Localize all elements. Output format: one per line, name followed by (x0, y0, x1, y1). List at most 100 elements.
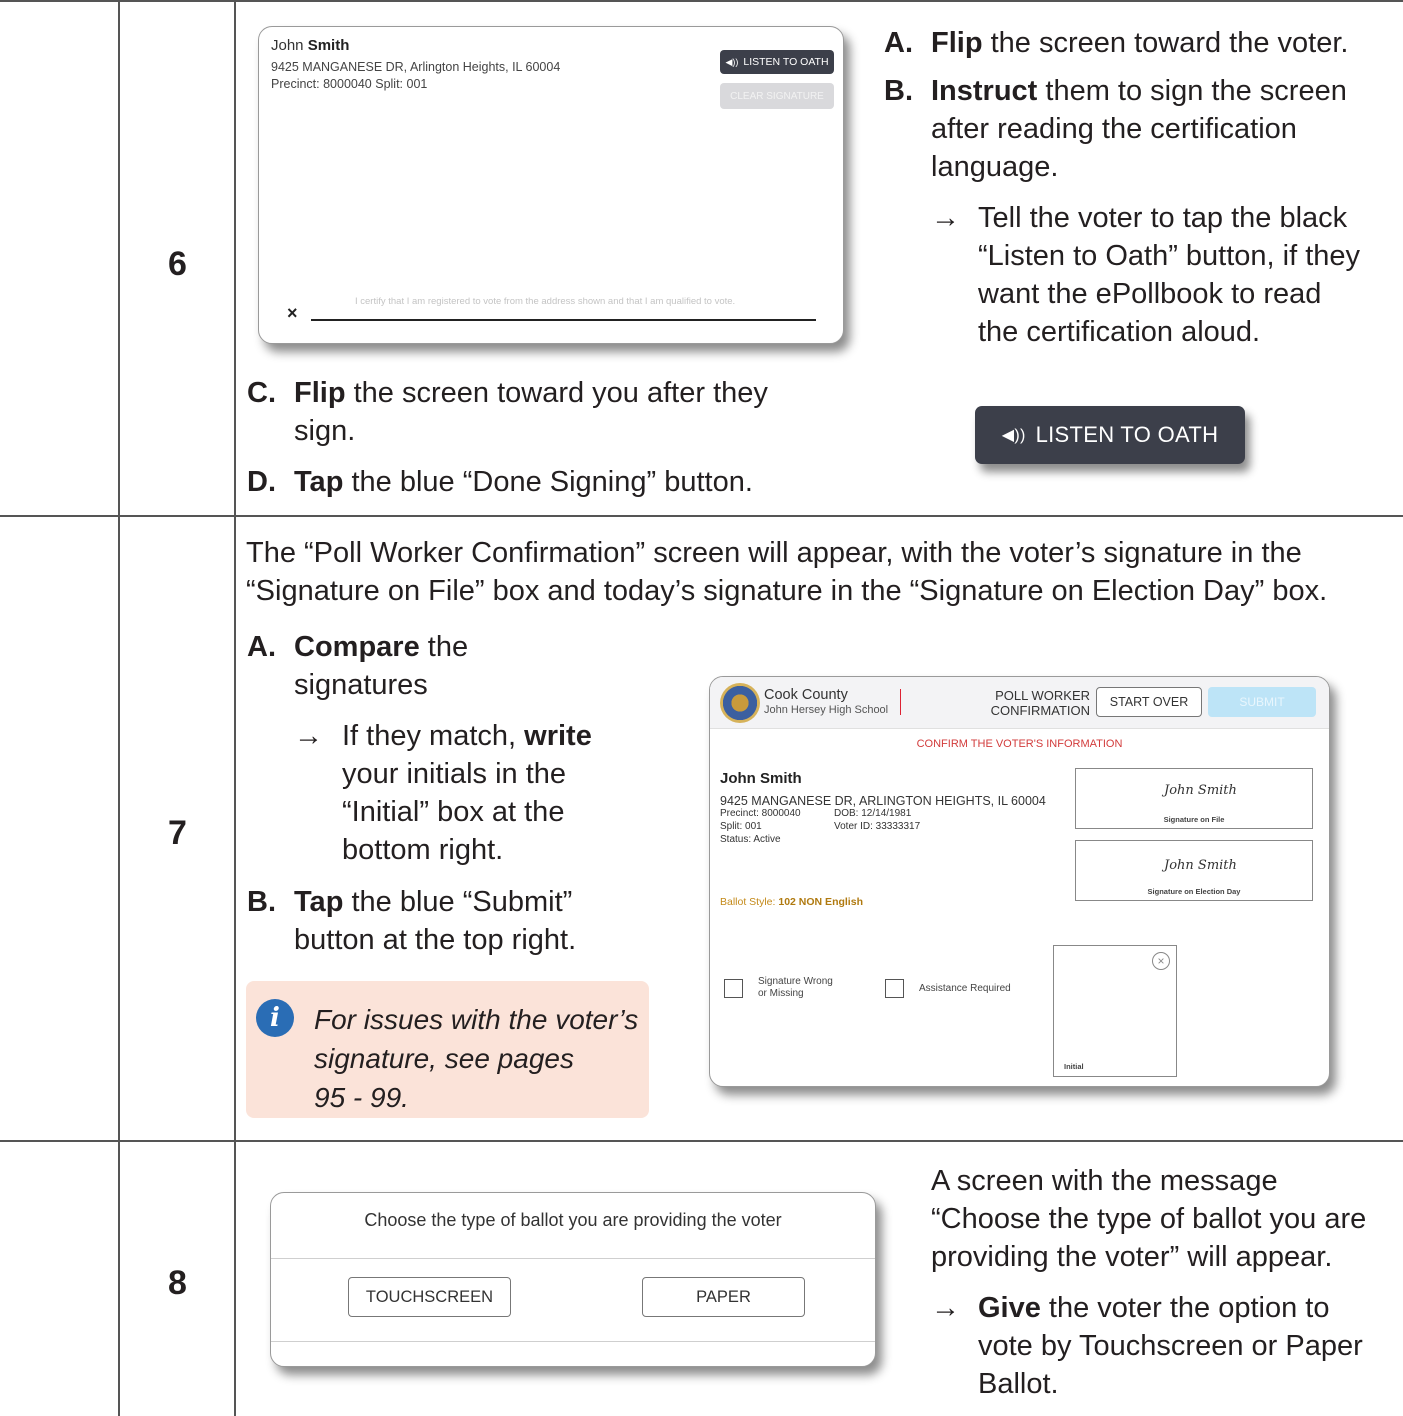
step7-sub-line3: bottom right. (342, 834, 504, 866)
ballot-type-prompt: Choose the type of ballot you are provid… (364, 1210, 782, 1230)
clear-signature-button[interactable]: CLEAR SIGNATURE (720, 83, 834, 109)
listen-to-oath-button-large[interactable]: ◀)) LISTEN TO OATH (975, 406, 1245, 464)
confirm-header-text: CONFIRM THE VOTER'S INFORMATION (916, 738, 1123, 750)
step6-letter-d: D. (247, 466, 276, 498)
county-seal-icon (720, 683, 760, 723)
ballot-style-label: Ballot Style: (720, 896, 779, 908)
voter-name: John Smith (271, 37, 349, 54)
row-divider-6-7 (0, 515, 1403, 517)
ballot-screen-divider-bottom (271, 1341, 875, 1342)
signature-wrong-checkbox[interactable] (724, 979, 743, 998)
step7-intro-line2: “Signature on File” box and today’s sign… (246, 575, 1328, 607)
screen-title-line2: CONFIRMATION (990, 703, 1090, 718)
step7-intro: The “Poll Worker Confirmation” screen wi… (246, 534, 1396, 610)
signature-screen: John Smith 9425 MANGANESE DR, Arlington … (258, 26, 844, 344)
signature-x-mark: × (287, 303, 298, 323)
step7-a-subtext: If they match, write your initials in th… (342, 717, 592, 869)
screen-title-line1: POLL WORKER (995, 688, 1090, 703)
step6-sub-line3: want the ePollbook to read (978, 278, 1322, 310)
step6-b-bold: Instruct (931, 75, 1038, 107)
listen-to-oath-button[interactable]: ◀)) LISTEN TO OATH (720, 50, 834, 74)
table-column-divider (234, 0, 236, 1416)
voter-address: 9425 MANGANESE DR, ARLINGTON HEIGHTS, IL… (720, 794, 1046, 808)
signature-election-day-image: John Smith (1164, 858, 1237, 873)
voter-last-name: Smith (307, 37, 350, 54)
voter-status: Status: Active (720, 834, 781, 845)
ballot-type-screen: Choose the type of ballot you are provid… (270, 1192, 876, 1367)
signature-line[interactable] (311, 319, 816, 321)
checkbox1-line2: or Missing (758, 988, 804, 999)
step6-instruction-a: Flip the screen toward the voter. (931, 24, 1348, 62)
step7-sub-line2: “Initial” box at the (342, 796, 565, 828)
confirmation-header: Cook County John Hersey High School POLL… (710, 677, 1329, 729)
clear-initial-icon[interactable]: × (1152, 952, 1170, 970)
ballot-style: Ballot Style: 102 NON English (720, 896, 863, 908)
voter-first-name: John (271, 37, 304, 54)
start-over-button[interactable]: START OVER (1096, 687, 1202, 717)
step8-desc-line2: “Choose the type of ballot you are (931, 1203, 1367, 1235)
step8-desc-line1: A screen with the message (931, 1165, 1278, 1197)
signature-wrong-label: Signature Wrong or Missing (758, 976, 833, 1000)
touchscreen-button[interactable]: TOUCHSCREEN (348, 1277, 511, 1317)
step6-instruction-c: Flip the screen toward you after they si… (294, 374, 768, 450)
signature-on-file-label: Signature on File (1163, 815, 1225, 824)
step6-sub-line2: “Listen to Oath” button, if they (978, 240, 1361, 272)
step6-sub-line1: Tell the voter to tap the black (978, 202, 1348, 234)
voter-precinct: Precinct: 8000040 Split: 001 (271, 77, 428, 91)
step7-b-bold: Tap (294, 886, 344, 918)
county-name: Cook County (764, 687, 848, 703)
step8-arrow: → (931, 1292, 960, 1324)
signature-election-day-label: Signature on Election Day (1147, 887, 1241, 896)
speaker-icon: ◀)) (725, 56, 739, 67)
step6-a-text: the screen toward the voter. (982, 27, 1349, 59)
step6-instruction-d: Tap the blue “Done Signing” button. (294, 463, 753, 501)
school-name: John Hersey High School (764, 704, 889, 716)
step6-b-line3: language. (931, 151, 1059, 183)
step6-c-bold: Flip (294, 377, 346, 409)
ballot-screen-divider-top (271, 1258, 875, 1259)
step6-letter-a: A. (884, 27, 913, 59)
paper-button[interactable]: PAPER (642, 1277, 805, 1317)
certification-text: I certify that I am registered to vote f… (355, 296, 736, 307)
step6-letter-c: C. (247, 377, 276, 409)
submit-button[interactable]: SUBMIT (1208, 687, 1316, 717)
step7-intro-line1: The “Poll Worker Confirmation” screen wi… (246, 537, 1302, 569)
initial-box[interactable]: × Initial (1053, 945, 1177, 1077)
voter-dob: DOB: 12/14/1981 (834, 808, 912, 819)
step6-d-text: the blue “Done Signing” button. (343, 466, 753, 498)
voter-id: Voter ID: 33333317 (834, 821, 921, 832)
step6-b-line1: them to sign the screen (1037, 75, 1347, 107)
step6-sub-line4: the certification aloud. (978, 316, 1261, 348)
info-note: i For issues with the voter’s signature,… (246, 981, 649, 1118)
step7-a-line1: the (419, 631, 469, 663)
step6-b-line2: after reading the certification (931, 113, 1297, 145)
step8-sub-line2: vote by Touchscreen or Paper (978, 1330, 1363, 1362)
assistance-required-checkbox[interactable] (885, 979, 904, 998)
step7-instruction-b: Tap the blue “Submit” button at the top … (294, 883, 576, 959)
table-left-border (118, 0, 120, 1416)
note-line1: For issues with the voter’s (314, 1004, 639, 1035)
step8-subtext: Give the voter the option to vote by Tou… (978, 1289, 1363, 1403)
step6-d-bold: Tap (294, 466, 344, 498)
header-separator (900, 689, 901, 715)
step6-letter-b: B. (884, 75, 913, 107)
step6-a-bold: Flip (931, 27, 983, 59)
initial-label: Initial (1064, 1062, 1084, 1071)
poll-worker-confirmation-screen: Cook County John Hersey High School POLL… (709, 676, 1330, 1087)
step-number-7: 7 (168, 814, 187, 852)
step7-sub-bold: write (524, 720, 592, 752)
step7-letter-b: B. (247, 886, 276, 918)
listen-large-label: LISTEN TO OATH (1035, 422, 1219, 447)
ballot-style-value: 102 NON English (778, 896, 863, 908)
step6-arrow: → (931, 202, 960, 234)
step8-desc-line3: providing the voter” will appear. (931, 1241, 1333, 1273)
step7-sub-pre: If they match, (342, 720, 525, 752)
signature-election-day-box: John Smith Signature on Election Day (1075, 840, 1313, 901)
info-note-text: For issues with the voter’s signature, s… (314, 1000, 644, 1117)
listen-button-label: LISTEN TO OATH (743, 56, 829, 68)
row-divider-7-8 (0, 1140, 1403, 1142)
voter-split: Split: 001 (720, 821, 762, 832)
step6-c-line2: sign. (294, 415, 356, 447)
signature-on-file-image: John Smith (1164, 783, 1237, 798)
step7-arrow: → (294, 720, 323, 752)
